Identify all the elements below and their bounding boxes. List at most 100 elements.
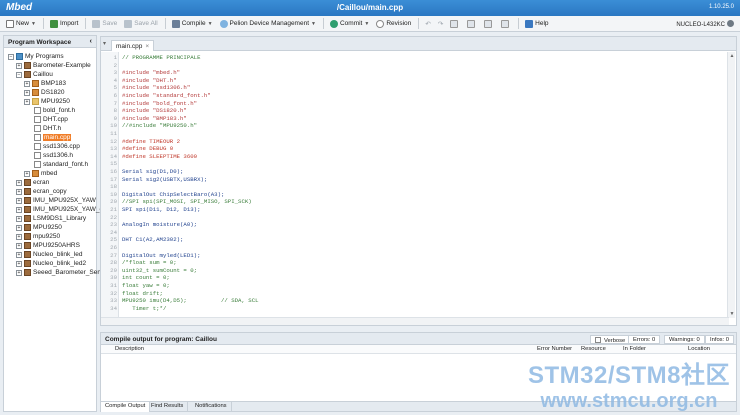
- tree-file[interactable]: DHT.h: [34, 124, 61, 133]
- tree-item[interactable]: + ecran: [16, 178, 49, 187]
- toolbar-divider: [518, 18, 520, 29]
- help-button[interactable]: Help: [522, 18, 551, 30]
- horizontal-scrollbar[interactable]: [101, 317, 729, 325]
- copy-button[interactable]: [447, 18, 463, 30]
- tree-item[interactable]: + LSM9DS1_Library: [16, 214, 86, 223]
- line-number: 7: [113, 99, 117, 107]
- tree-item[interactable]: + MPU9250: [16, 223, 62, 232]
- code-line: // PROGRAMME PRINCIPALE: [122, 54, 201, 61]
- undo-button[interactable]: ↶: [422, 18, 433, 30]
- expand-icon[interactable]: +: [24, 80, 30, 87]
- expand-icon[interactable]: +: [16, 233, 22, 240]
- toolbar-divider: [164, 18, 166, 29]
- tree-item[interactable]: + Seeed_Barometer_Sensc: [16, 268, 107, 277]
- column-header[interactable]: Location: [688, 346, 710, 352]
- tree-item[interactable]: + ecran_copy: [16, 187, 67, 196]
- toolbar-divider: [418, 18, 420, 29]
- collapse-icon[interactable]: −: [16, 71, 22, 78]
- tree-item[interactable]: + Nucleo_blink_led2: [16, 259, 86, 268]
- line-number: 4: [113, 76, 117, 84]
- line-number: 12: [110, 137, 117, 145]
- expand-icon[interactable]: +: [24, 89, 30, 96]
- column-header[interactable]: Resource: [581, 346, 606, 352]
- tree-file[interactable]: ssd1306.cpp: [34, 142, 80, 151]
- code-area[interactable]: 1 2 3 4 5 6 7 8 9 10 11 12 13 14 15 16 17 18 19 20 21 22 23 24 2…: [101, 52, 729, 318]
- expand-icon[interactable]: +: [16, 179, 22, 186]
- expand-icon[interactable]: +: [16, 251, 22, 258]
- line-number: 3: [113, 69, 117, 77]
- expand-icon[interactable]: +: [16, 62, 22, 69]
- tree-item[interactable]: − Caillou: [16, 70, 53, 79]
- tree-item[interactable]: + IMU_MPU925X_YAW_co: [16, 205, 106, 214]
- new-button[interactable]: New ▼: [3, 18, 39, 30]
- undo-icon: ↶: [425, 20, 431, 28]
- save-all-button[interactable]: Save All: [121, 18, 161, 30]
- compile-button[interactable]: Compile ▼: [169, 18, 216, 30]
- expand-icon[interactable]: +: [24, 98, 30, 105]
- expand-icon[interactable]: +: [16, 188, 22, 195]
- errors-count[interactable]: Errors: 0: [628, 335, 661, 344]
- scroll-up-icon[interactable]: ▲: [729, 53, 735, 59]
- tab-notifications[interactable]: Notifications: [191, 402, 232, 412]
- tree-file-selected[interactable]: main.cpp: [34, 133, 72, 142]
- pelion-button[interactable]: Pelion Device Management ▼: [217, 18, 319, 30]
- save-button[interactable]: Save: [89, 18, 120, 30]
- tree-item[interactable]: + BMP183: [24, 79, 66, 88]
- revision-button[interactable]: Revision: [373, 18, 414, 30]
- column-header[interactable]: In Folder: [623, 346, 646, 352]
- tab-list-icon[interactable]: ▾: [103, 40, 106, 47]
- expand-icon[interactable]: +: [16, 224, 22, 231]
- collapse-icon[interactable]: −: [8, 53, 14, 60]
- chevron-left-icon[interactable]: ‹: [90, 38, 92, 45]
- line-number: 17: [110, 175, 117, 183]
- tree-file[interactable]: DHT.cpp: [34, 115, 68, 124]
- board-selector[interactable]: NUCLEO-L432KC: [676, 20, 734, 28]
- program-icon: [24, 188, 31, 195]
- checkbox-icon[interactable]: [595, 337, 601, 343]
- expand-icon[interactable]: +: [16, 215, 22, 222]
- column-header[interactable]: Error Number: [537, 346, 572, 352]
- tree-item[interactable]: + mbed: [24, 169, 57, 178]
- expand-icon[interactable]: +: [16, 206, 22, 213]
- line-number: 33: [110, 297, 117, 305]
- toolbar: New ▼ Import Save Save All Compile ▼ Pelio…: [0, 16, 740, 32]
- format-button[interactable]: [481, 18, 497, 30]
- expand-icon[interactable]: +: [24, 170, 30, 177]
- copy-icon: [450, 19, 459, 28]
- indent-button[interactable]: [498, 18, 514, 30]
- redo-button[interactable]: ↷: [435, 18, 446, 30]
- commit-button[interactable]: Commit ▼: [327, 18, 372, 30]
- tree-item[interactable]: + IMU_MPU925X_YAW: [16, 196, 96, 205]
- tree-item[interactable]: + Barometer-Example: [16, 61, 91, 70]
- expand-icon[interactable]: +: [16, 242, 22, 249]
- expand-icon[interactable]: +: [16, 260, 22, 267]
- warnings-count[interactable]: Warnings: 0: [664, 335, 705, 344]
- import-button[interactable]: Import: [47, 18, 81, 30]
- code-line: AnalogIn moisture(A0);: [122, 221, 198, 229]
- tree-file[interactable]: bold_font.h: [34, 106, 75, 115]
- tree-item[interactable]: + Nucleo_blink_led: [16, 250, 83, 259]
- expand-icon[interactable]: +: [16, 269, 22, 276]
- expand-icon[interactable]: +: [16, 197, 22, 204]
- tree-file[interactable]: standard_font.h: [34, 160, 88, 169]
- tree-item[interactable]: + DS1820: [24, 88, 65, 97]
- tab-compile-output[interactable]: Compile Output: [101, 402, 151, 412]
- code-line: #define TIMEOUR 2: [122, 137, 181, 145]
- infos-count[interactable]: Infos: 0: [705, 335, 735, 344]
- vertical-scrollbar[interactable]: ▲ ▼: [727, 52, 735, 318]
- tree-item[interactable]: + MPU9250AHRS: [16, 241, 80, 250]
- verbose-toggle[interactable]: Verbose: [590, 335, 631, 344]
- tab-find-results[interactable]: Find Results: [147, 402, 189, 412]
- tree-file[interactable]: ssd1306.h: [34, 151, 73, 160]
- tree-root-my-programs[interactable]: − My Programs: [8, 52, 64, 61]
- workspace-icon: [16, 53, 23, 60]
- scroll-down-icon[interactable]: ▼: [729, 311, 735, 317]
- tab-main-cpp[interactable]: main.cpp ×: [111, 40, 155, 51]
- format-icon: [484, 19, 493, 28]
- paste-button[interactable]: [464, 18, 480, 30]
- tree-item[interactable]: + mpu9250: [16, 232, 60, 241]
- compile-table-header: Description Error Number Resource In Fol…: [101, 345, 736, 354]
- column-header[interactable]: Description: [115, 346, 144, 352]
- tree-item[interactable]: + MPU9250: [24, 97, 70, 106]
- close-icon[interactable]: ×: [145, 43, 149, 50]
